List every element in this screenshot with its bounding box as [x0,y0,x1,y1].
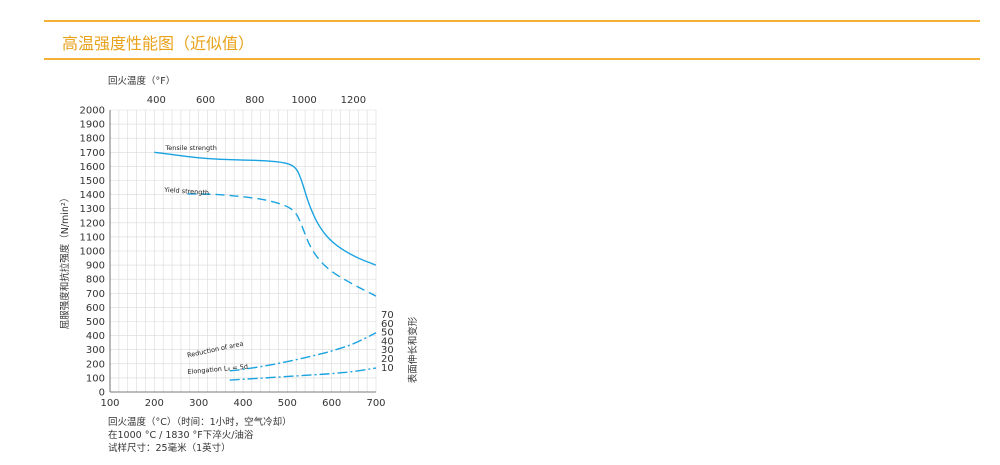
series-label: Elongation L₀ = 5d [187,363,248,376]
right-axis-label: 表面伸长和变形 [407,316,419,383]
chart-notes: 回火温度（°C）（时间：1小时，空气冷却） 在1000 °C / 1830 °F… [108,416,292,455]
series-label: Yield strength [163,186,209,197]
y-tick-label: 1100 [80,232,105,243]
note-quench: 在1000 °C / 1830 °F下淬火/油浴 [108,430,254,441]
y-tick-label: 900 [86,261,105,272]
top-tick-label: 1000 [291,95,316,106]
y-tick-label: 500 [86,317,105,328]
series-label: Tensile strength [164,144,216,152]
top-axis-label: 回火温度（°F） [108,75,175,87]
top-tick-label: 400 [147,95,166,106]
y-tick-label: 1700 [80,148,105,159]
top-tick-label: 1200 [341,95,366,106]
top-tick-label: 800 [245,95,264,106]
y-tick-label: 1800 [80,134,105,145]
y-tick-label: 700 [86,289,105,300]
x-tick-label: 300 [189,398,208,409]
y-axis-label: 屈服强度和抗拉强度（N/min²） [59,193,71,330]
top-tick-label: 600 [196,95,215,106]
y-tick-label: 100 [86,373,105,384]
y-tick-label: 1300 [80,204,105,215]
x-tick-label: 200 [145,398,164,409]
y-tick-label: 200 [86,359,105,370]
note-tempering: 回火温度（°C）（时间：1小时，空气冷却） [108,417,292,428]
y-tick-label: 1200 [80,218,105,229]
y-tick-label: 600 [86,303,105,314]
y-tick-label: 400 [86,331,105,342]
x-tick-label: 500 [278,398,297,409]
x-tick-label: 600 [322,398,341,409]
y-tick-label: 1500 [80,176,105,187]
y-tick-label: 1000 [80,247,105,258]
y-tick-label: 2000 [80,106,105,117]
note-specimen: 试样尺寸：25毫米（1英寸） [108,443,231,454]
y-tick-label: 1400 [80,190,105,201]
y-tick-label: 300 [86,345,105,356]
y-tick-label: 0 [99,388,105,399]
x-tick-label: 100 [100,398,119,409]
tempering-chart: 0100200300400500600700800900100011001200… [59,75,419,409]
x-tick-label: 400 [233,398,252,409]
y-tick-label: 800 [86,275,105,286]
y-tick-label: 1600 [80,162,105,173]
right-tick-label: 70 [381,310,394,321]
series-line-yield-strength [187,193,377,297]
y-tick-label: 1900 [80,120,105,131]
x-tick-label: 700 [366,398,385,409]
